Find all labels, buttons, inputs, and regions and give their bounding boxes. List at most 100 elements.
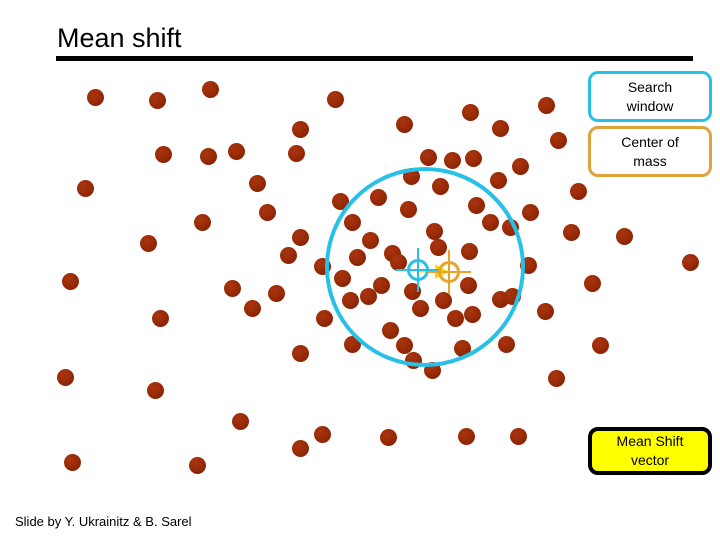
- data-point: [460, 242, 478, 260]
- data-point: [511, 157, 529, 175]
- data-point: [148, 91, 166, 109]
- data-point: [291, 439, 309, 457]
- callout-center-of-mass-line1: Center of: [621, 133, 679, 150]
- data-point: [381, 321, 399, 339]
- data-point: [591, 336, 609, 354]
- crosshair-ring: [407, 259, 429, 281]
- data-point: [313, 257, 331, 275]
- data-point: [425, 222, 443, 240]
- data-point: [497, 335, 515, 353]
- data-point: [501, 218, 519, 236]
- data-point: [231, 412, 249, 430]
- crosshair-horizontal-bar: [427, 271, 471, 273]
- window-center-crosshair-icon: [396, 248, 440, 292]
- data-point: [151, 309, 169, 327]
- data-point: [258, 203, 276, 221]
- data-point: [411, 299, 429, 317]
- data-point: [537, 96, 555, 114]
- data-point: [434, 291, 452, 309]
- data-point: [333, 269, 351, 287]
- data-point: [361, 231, 379, 249]
- crosshair-ring: [438, 261, 460, 283]
- callout-mean-shift-vector-line2: vector: [630, 452, 670, 468]
- data-point: [341, 291, 359, 309]
- data-point: [403, 282, 421, 300]
- data-point: [509, 427, 527, 445]
- callout-search-window-line1: Search: [627, 78, 673, 95]
- callout-center-of-mass: Center of mass: [588, 126, 712, 177]
- data-point: [464, 149, 482, 167]
- data-point: [223, 279, 241, 297]
- data-point: [331, 192, 349, 210]
- data-point: [291, 344, 309, 362]
- data-point: [146, 381, 164, 399]
- data-point: [139, 234, 157, 252]
- page-title: Mean shift: [57, 23, 182, 53]
- data-point: [446, 309, 464, 327]
- crosshair-vertical-bar: [448, 250, 450, 294]
- data-point: [443, 151, 461, 169]
- data-point: [457, 427, 475, 445]
- data-point: [562, 223, 580, 241]
- data-point: [569, 182, 587, 200]
- callout-center-of-mass-line2: mass: [633, 152, 667, 169]
- data-point: [536, 302, 554, 320]
- data-point: [193, 213, 211, 231]
- data-point: [372, 276, 390, 294]
- data-point: [615, 227, 633, 245]
- data-point: [188, 456, 206, 474]
- slide-credit: Slide by Y. Ukrainitz & B. Sarel: [15, 514, 192, 529]
- center-of-mass-crosshair-icon: [427, 250, 471, 294]
- data-point: [348, 248, 366, 266]
- data-point: [267, 284, 285, 302]
- data-point: [201, 80, 219, 98]
- data-point: [423, 361, 441, 379]
- data-point: [395, 336, 413, 354]
- title-divider: [56, 56, 693, 61]
- data-point: [63, 453, 81, 471]
- data-point: [61, 272, 79, 290]
- data-point: [547, 369, 565, 387]
- data-point: [389, 253, 407, 271]
- data-point: [343, 335, 361, 353]
- crosshair-horizontal-bar: [396, 269, 440, 271]
- data-point: [287, 144, 305, 162]
- data-point: [359, 287, 377, 305]
- data-point: [519, 256, 537, 274]
- data-point: [86, 88, 104, 106]
- data-point: [315, 309, 333, 327]
- data-point: [76, 179, 94, 197]
- search-window-circle: [325, 167, 525, 367]
- data-point: [491, 290, 509, 308]
- data-point: [248, 174, 266, 192]
- callout-search-window-line2: window: [626, 97, 674, 114]
- data-point: [279, 246, 297, 264]
- data-point: [343, 213, 361, 231]
- data-point: [583, 274, 601, 292]
- slide-root: Mean shift Search window Center of mass …: [0, 0, 720, 540]
- data-point: [429, 238, 447, 256]
- data-point: [379, 428, 397, 446]
- data-point: [461, 103, 479, 121]
- data-point: [419, 148, 437, 166]
- data-point: [395, 115, 413, 133]
- data-point: [154, 145, 172, 163]
- callout-mean-shift-vector-line1: Mean Shift: [616, 433, 684, 449]
- data-point: [402, 167, 420, 185]
- data-point: [383, 244, 401, 262]
- data-point: [503, 287, 521, 305]
- data-point: [459, 276, 477, 294]
- data-point: [369, 188, 387, 206]
- data-point: [453, 339, 471, 357]
- data-point: [521, 203, 539, 221]
- mean-shift-vector-arrow: [418, 264, 450, 279]
- data-point: [404, 351, 422, 369]
- data-point: [681, 253, 699, 271]
- data-point: [199, 147, 217, 165]
- data-point: [467, 196, 485, 214]
- callout-search-window: Search window: [588, 71, 712, 122]
- data-point: [549, 131, 567, 149]
- data-point: [431, 177, 449, 195]
- data-point: [227, 142, 245, 160]
- crosshair-vertical-bar: [417, 248, 419, 292]
